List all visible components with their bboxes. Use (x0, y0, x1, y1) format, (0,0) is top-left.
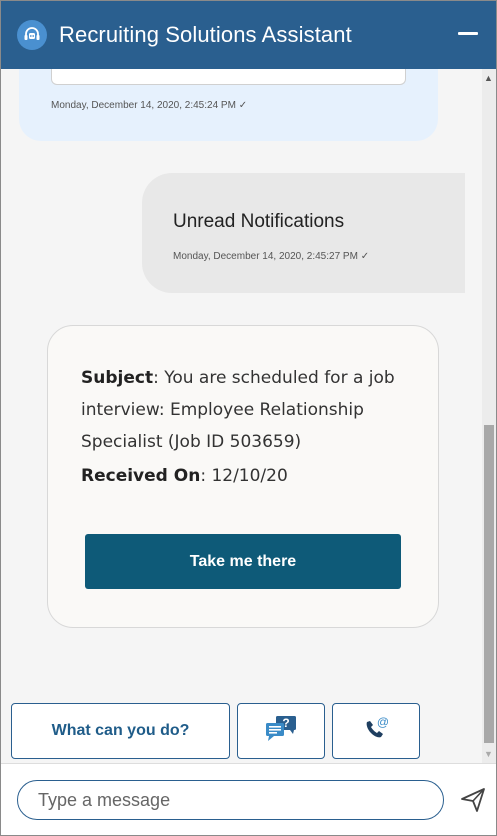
take-me-there-button[interactable]: Take me there (85, 534, 401, 589)
notification-card: Subject: You are scheduled for a job int… (47, 325, 439, 628)
user-message-text: Unread Notifications (173, 211, 345, 232)
subject-label: Subject (81, 368, 154, 388)
message-timestamp: Monday, December 14, 2020, 2:45:27 PM ✓ (173, 251, 370, 262)
scroll-up-arrow-icon[interactable]: ▲ (484, 73, 493, 83)
faq-button[interactable]: ? (237, 703, 325, 759)
message-composer: Type a message (1, 763, 496, 835)
received-label: Received On (81, 466, 201, 486)
message-timestamp: Monday, December 14, 2020, 2:45:24 PM ✓ (51, 100, 248, 111)
chat-header: Recruiting Solutions Assistant (1, 1, 496, 69)
notification-subject: Subject: You are scheduled for a job int… (81, 362, 406, 458)
received-date: : 12/10/20 (200, 466, 288, 486)
scrollbar-thumb[interactable] (484, 425, 494, 743)
send-icon[interactable] (457, 784, 489, 816)
minimize-icon[interactable] (456, 21, 480, 45)
chat-title: Recruiting Solutions Assistant (59, 22, 352, 47)
chat-question-icon: ? (264, 715, 298, 748)
scroll-down-arrow-icon[interactable]: ▼ (484, 749, 493, 759)
chat-widget: Recruiting Solutions Assistant Monday, D… (0, 0, 497, 836)
quick-actions: What can you do? ? @ (11, 703, 420, 759)
message-list[interactable]: Monday, December 14, 2020, 2:45:24 PM ✓ … (1, 69, 482, 763)
message-input[interactable]: Type a message (17, 780, 444, 820)
user-message-bubble: Unread Notifications Monday, December 14… (142, 173, 465, 293)
notification-received-on: Received On: 12/10/20 (81, 460, 406, 492)
message-scrollbar[interactable]: ▲ ▼ (482, 69, 496, 763)
svg-text:@: @ (377, 715, 389, 729)
what-can-you-do-button[interactable]: What can you do? (11, 703, 230, 759)
bot-previous-card (51, 69, 406, 85)
phone-at-icon: @ (361, 715, 391, 748)
headset-bot-icon (17, 20, 47, 50)
bot-message-bubble: Monday, December 14, 2020, 2:45:24 PM ✓ (19, 69, 438, 141)
contact-button[interactable]: @ (332, 703, 420, 759)
